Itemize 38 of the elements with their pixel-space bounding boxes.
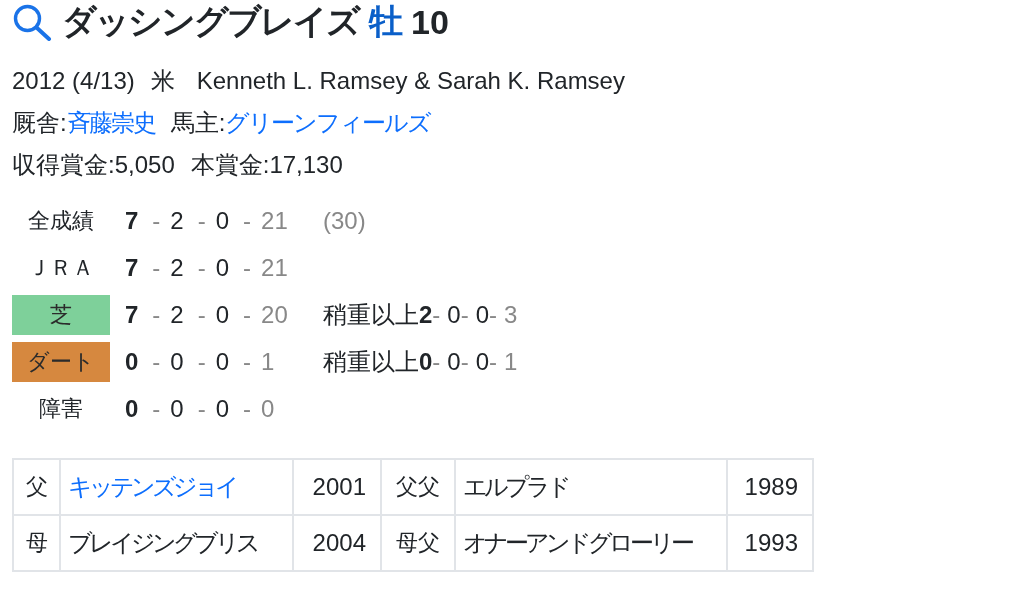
birth-date: 2012 (4/13)	[12, 67, 135, 95]
connection-label: 馬主:	[170, 108, 226, 138]
heavy-track-tally: 稍重以上2- 0- 0- 3	[323, 300, 518, 330]
record-tally: 7 - 2 - 0 - 20	[125, 301, 288, 329]
record-tally: 7 - 2 - 0 - 21	[125, 254, 288, 282]
horse-name-cell: ブレイジングブリス	[60, 515, 293, 571]
connection-label: 厩舎:	[12, 108, 67, 138]
birth-country: 米	[150, 66, 175, 96]
track-badge: 芝	[12, 295, 110, 335]
birth-year-cell: 2004	[293, 515, 381, 571]
relation-cell: 母父	[381, 515, 455, 571]
record-label: 全成績	[28, 207, 94, 235]
horse-name-cell: オナーアンドグローリー	[455, 515, 727, 571]
horse-name: ダッシングブレイズ	[62, 1, 359, 42]
relation-cell: 父父	[381, 459, 455, 515]
sire-link-cell[interactable]: キッテンズジョイ	[60, 459, 293, 515]
birth-year-cell: 2001	[293, 459, 381, 515]
breeder-name: Kenneth L. Ramsey & Sarah K. Ramsey	[196, 67, 625, 95]
prize-money-text: 本賞金:17,130	[190, 150, 343, 180]
record-label: ＪＲＡ	[28, 254, 94, 282]
relation-cell: 母	[13, 515, 60, 571]
horse-age: 10	[411, 2, 449, 42]
record-tally: 7 - 2 - 0 - 21	[125, 207, 288, 235]
connection-link[interactable]: グリーンフィールズ	[225, 107, 431, 139]
horse-name-cell: エルプラド	[455, 459, 727, 515]
record-tally: 0 - 0 - 0 - 1	[125, 348, 275, 376]
search-icon	[12, 3, 52, 41]
birth-year-cell: 1993	[727, 515, 813, 571]
relation-cell: 父	[13, 459, 60, 515]
connection-link[interactable]: 斉藤崇史	[66, 107, 155, 139]
prize-money-text: 収得賞金:5,050	[12, 150, 175, 180]
record-label: 障害	[39, 395, 83, 423]
start-count-note: (30)	[323, 207, 366, 235]
record-tally: 0 - 0 - 0 - 0	[125, 395, 275, 423]
heavy-track-tally: 稍重以上0- 0- 0- 1	[323, 347, 518, 377]
track-badge: ダート	[12, 342, 110, 382]
birth-year-cell: 1989	[727, 459, 813, 515]
horse-sex: 牡	[369, 1, 403, 42]
